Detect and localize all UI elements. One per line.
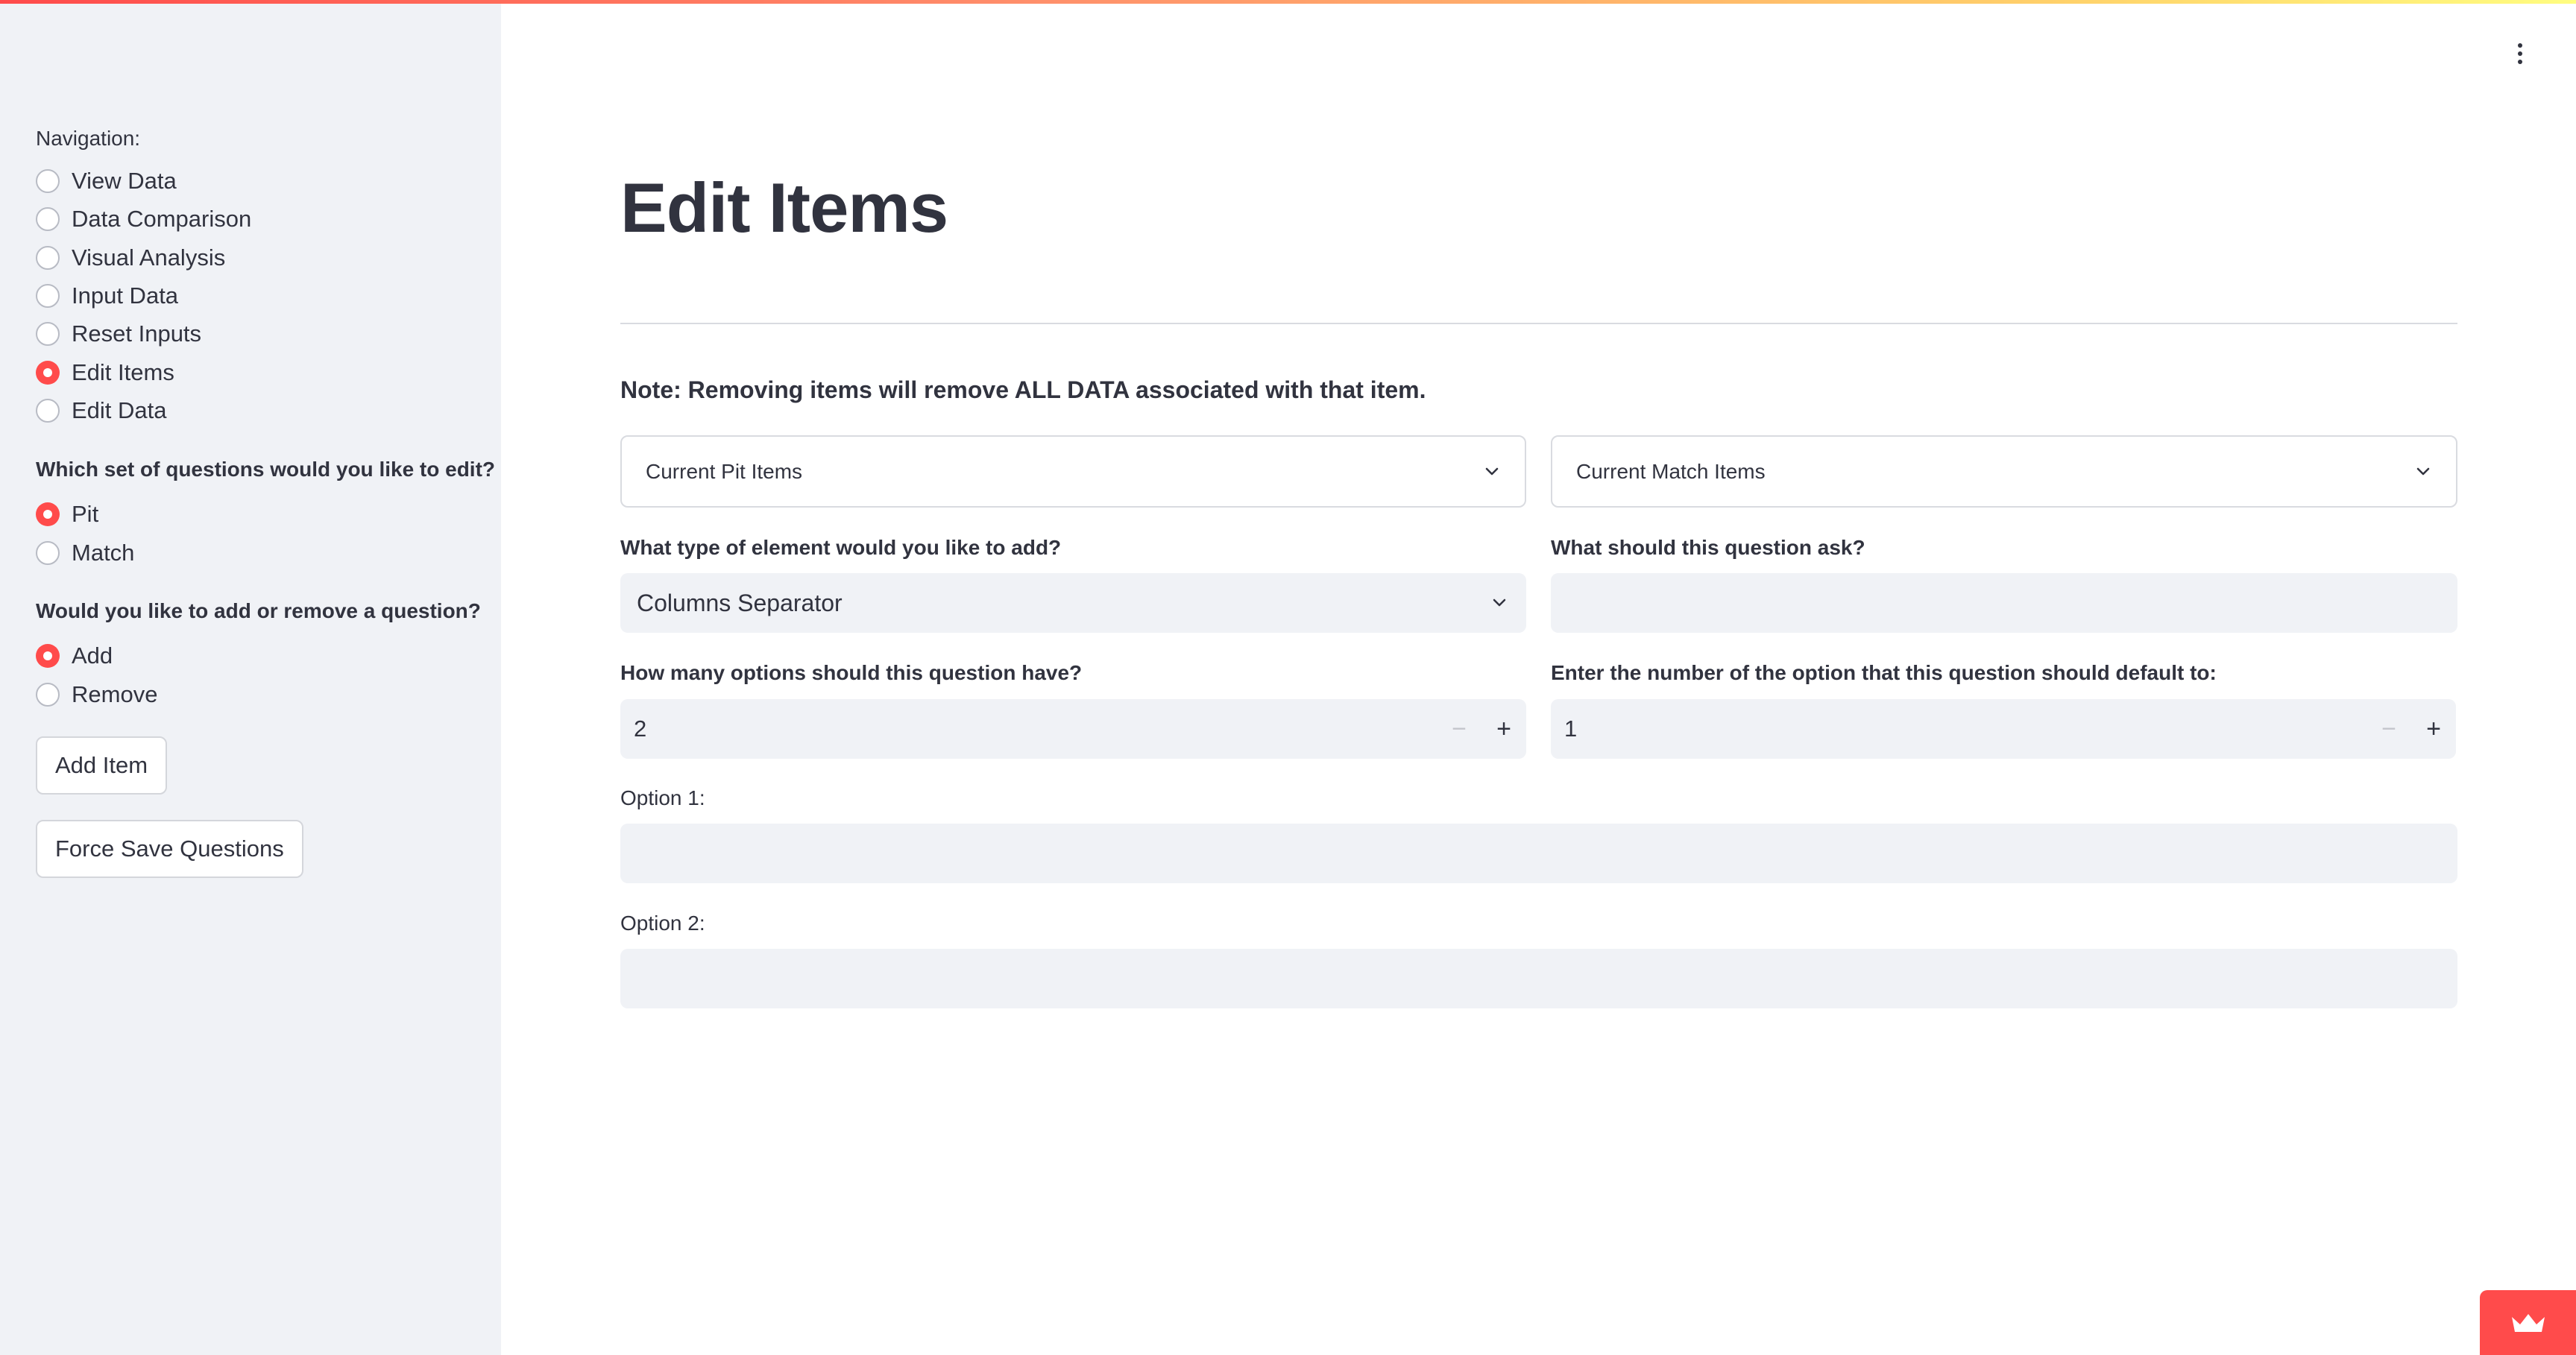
radio-button[interactable] [36,683,60,707]
option-label: Remove [72,681,158,707]
decrement-button[interactable]: − [1437,699,1481,759]
num-options-stepper[interactable]: 2 − + [620,699,1526,759]
expander-label: Current Match Items [1576,459,1766,483]
nav-item-edit-items[interactable]: Edit Items [36,354,174,391]
radio-button-selected[interactable] [36,644,60,668]
radio-button[interactable] [36,169,60,193]
add-item-button[interactable]: Add Item [36,736,168,795]
nav-item-label: Edit Data [72,397,167,423]
default-option-label: Enter the number of the option that this… [1551,661,2217,684]
nav-item-edit-data[interactable]: Edit Data [36,392,167,429]
nav-item-data-comparison[interactable]: Data Comparison [36,200,251,238]
radio-button[interactable] [36,399,60,423]
expander-label: Current Pit Items [646,459,803,483]
nav-item-label: Edit Items [72,359,174,385]
question-ask-input[interactable] [1551,573,2457,633]
option-2-input[interactable] [620,949,2457,1008]
increment-button[interactable]: + [1481,699,1526,759]
deploy-badge[interactable] [2480,1290,2576,1355]
nav-item-label: Data Comparison [72,206,252,232]
element-type-select[interactable]: Columns Separator [620,573,1526,633]
default-option-stepper[interactable]: 1 − + [1551,699,2456,759]
removal-warning-note: Note: Removing items will remove ALL DAT… [620,376,1426,403]
current-pit-items-expander[interactable]: Current Pit Items [620,435,1526,508]
element-type-label: What type of element would you like to a… [620,536,1062,559]
nav-item-label: Visual Analysis [72,244,226,271]
question-set-option-pit[interactable]: Pit [36,496,98,533]
option-1-label: Option 1: [620,786,705,809]
increment-button[interactable]: + [2411,699,2456,759]
sidebar: Navigation: View Data Data Comparison Vi… [0,0,501,1355]
divider [620,323,2457,324]
radio-button[interactable] [36,246,60,270]
question-ask-label: What should this question ask? [1551,536,1865,559]
decrement-button[interactable]: − [2366,699,2411,759]
num-options-label: How many options should this question ha… [620,661,1083,684]
element-type-value: Columns Separator [637,589,843,616]
nav-item-label: View Data [72,168,177,194]
current-match-items-expander[interactable]: Current Match Items [1551,435,2457,508]
option-label: Match [72,540,135,566]
option-label: Add [72,642,113,669]
default-option-value[interactable]: 1 [1551,716,2366,742]
navigation-label: Navigation: [36,127,141,150]
nav-item-input-data[interactable]: Input Data [36,277,178,315]
chevron-down-icon [2416,467,2430,475]
radio-button[interactable] [36,284,60,308]
question-set-option-match[interactable]: Match [36,534,134,572]
top-decoration-bar [0,0,2576,4]
radio-button[interactable] [36,207,60,231]
force-save-questions-button[interactable]: Force Save Questions [36,820,303,878]
add-remove-option-remove[interactable]: Remove [36,676,157,713]
nav-item-label: Reset Inputs [72,320,202,347]
crown-icon [2511,1313,2545,1332]
page-title: Edit Items [620,168,948,247]
option-2-label: Option 2: [620,912,705,935]
nav-item-view-data[interactable]: View Data [36,162,177,200]
radio-button[interactable] [36,322,60,346]
option-label: Pit [72,501,99,527]
add-remove-label: Would you like to add or remove a questi… [36,599,481,622]
nav-item-label: Input Data [72,282,179,309]
nav-item-visual-analysis[interactable]: Visual Analysis [36,239,225,277]
num-options-value[interactable]: 2 [620,716,1437,742]
question-set-label: Which set of questions would you like to… [36,458,496,481]
option-1-input[interactable] [620,824,2457,883]
main-menu-icon[interactable] [2505,39,2535,69]
add-remove-option-add[interactable]: Add [36,637,113,675]
radio-button-selected[interactable] [36,502,60,526]
chevron-down-icon [1485,467,1499,475]
nav-item-reset-inputs[interactable]: Reset Inputs [36,315,201,353]
radio-button[interactable] [36,541,60,565]
chevron-down-icon [1493,598,1506,607]
radio-button-selected[interactable] [36,361,60,385]
